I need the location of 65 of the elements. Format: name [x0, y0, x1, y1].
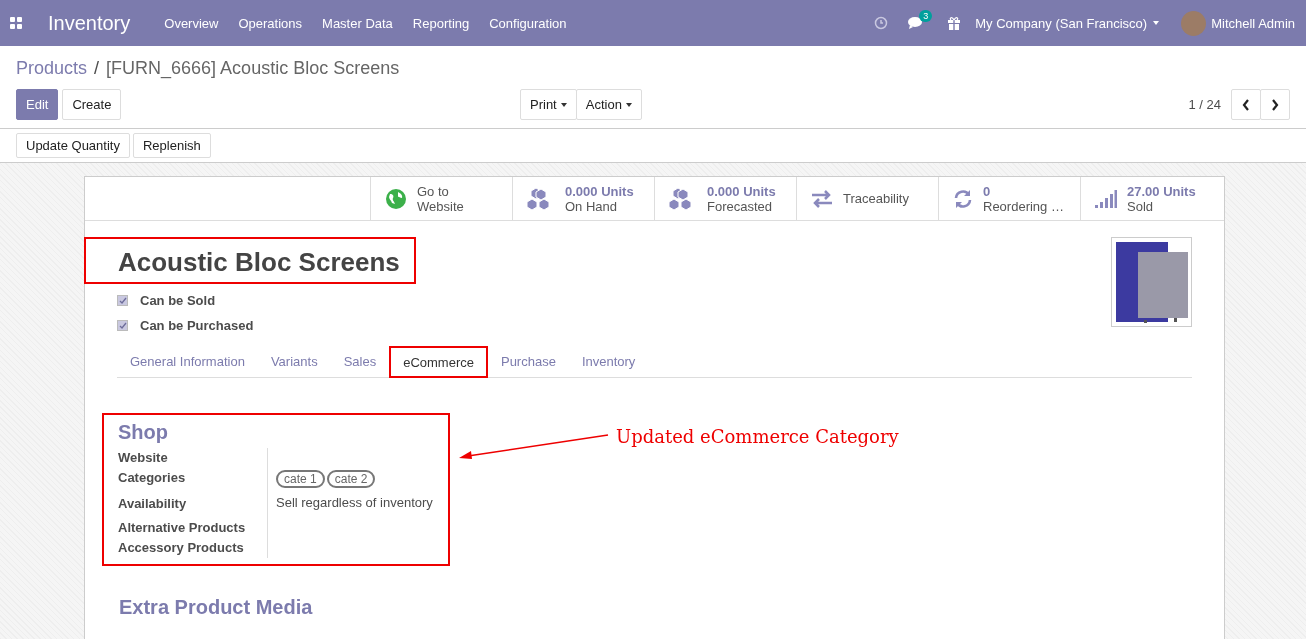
category-tag[interactable]: cate 1: [276, 470, 325, 488]
menu-item[interactable]: Reporting: [412, 15, 470, 31]
menu-item[interactable]: Configuration: [489, 15, 567, 31]
refresh-icon: [953, 188, 973, 209]
avatar: [1181, 10, 1207, 36]
toolbar-button[interactable]: Replenish: [132, 133, 211, 158]
menu-item[interactable]: Overview: [164, 15, 219, 31]
breadcrumb-link[interactable]: Products: [16, 58, 88, 79]
checkbox-label: Can be Sold: [140, 293, 216, 308]
stat-label: Website: [417, 198, 464, 214]
annotation-text: Updated eCommerce Category: [616, 426, 899, 447]
field-value: Sell regardless of inventory: [276, 494, 433, 510]
tab[interactable]: Sales: [330, 346, 390, 378]
menu-item[interactable]: Operations: [238, 15, 303, 31]
field-label: Availability: [118, 490, 268, 514]
tab[interactable]: eCommerce: [389, 346, 488, 378]
create-button[interactable]: Create: [62, 89, 122, 120]
toolbar-button[interactable]: Update Quantity: [16, 133, 130, 158]
tab[interactable]: Purchase: [487, 346, 569, 378]
edit-button[interactable]: Edit: [16, 89, 59, 120]
breadcrumb-separator: /: [94, 58, 100, 79]
company-switcher[interactable]: My Company (San Francisco): [975, 15, 1160, 31]
stat-value: Traceability: [843, 191, 909, 206]
tab[interactable]: Inventory: [568, 346, 649, 378]
section-title: Shop: [118, 421, 169, 444]
stat-value: 0: [983, 183, 992, 199]
transfer-arrows-icon: [811, 189, 833, 208]
chevron-right-icon: [1271, 98, 1279, 111]
clock-icon[interactable]: [874, 16, 889, 30]
stat-label: Sold: [1127, 198, 1155, 214]
chevron-left-icon: [1242, 98, 1250, 111]
stat-label: Reordering …: [983, 198, 1064, 214]
stat-value: 27.00 Units: [1127, 183, 1196, 199]
globe-icon: [385, 187, 407, 210]
stat-label: Forecasted: [707, 198, 774, 214]
checkbox[interactable]: [117, 295, 128, 306]
tab[interactable]: Variants: [257, 346, 331, 378]
stat-value: 0.000 Units: [565, 183, 634, 199]
message-count-badge: 3: [919, 10, 933, 22]
dropdown-button[interactable]: Action: [575, 89, 642, 120]
stat-value: 0.000 Units: [707, 183, 776, 199]
field-label: Categories: [118, 468, 268, 490]
signal-bars-icon: [1095, 189, 1117, 208]
pager-counter: 1 / 24: [1188, 97, 1221, 112]
app-name[interactable]: Inventory: [48, 11, 131, 35]
checkbox-label: Can be Purchased: [140, 318, 254, 333]
app-grid-icon[interactable]: [10, 17, 22, 29]
product-name: Acoustic Bloc Screens: [84, 237, 416, 284]
user-menu[interactable]: Mitchell Admin: [1181, 10, 1295, 36]
field-label: Website: [118, 448, 268, 468]
stat-label: On Hand: [565, 198, 619, 214]
tab[interactable]: General Information: [117, 346, 258, 378]
field-label: Accessory Products: [118, 538, 268, 558]
breadcrumb-current: [FURN_6666] Acoustic Bloc Screens: [106, 58, 400, 79]
next-button[interactable]: [1260, 89, 1290, 120]
field-label: Alternative Products: [118, 514, 268, 538]
category-tag[interactable]: cate 2: [326, 470, 376, 488]
gift-icon[interactable]: [947, 16, 962, 30]
previous-button[interactable]: [1231, 89, 1261, 120]
stat-value: Go to: [417, 183, 450, 199]
caret-icon: [1153, 21, 1160, 25]
dropdown-button[interactable]: Print: [520, 89, 577, 120]
checkbox[interactable]: [117, 320, 128, 331]
section-title: Extra Product Media: [119, 596, 314, 619]
menu-item[interactable]: Master Data: [322, 15, 393, 31]
